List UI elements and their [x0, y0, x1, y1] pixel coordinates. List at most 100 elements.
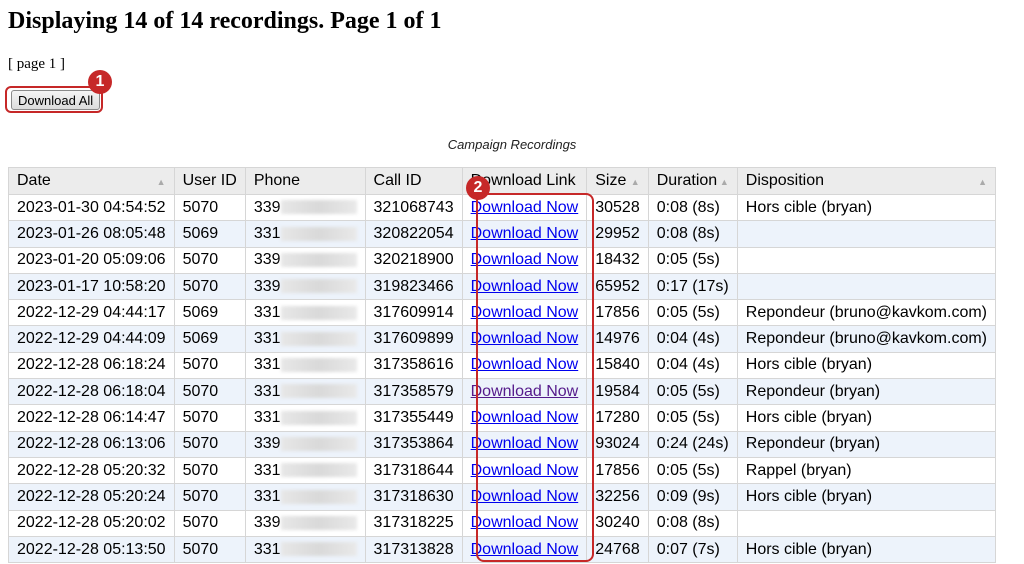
column-label: Date [17, 172, 51, 189]
table-row: 2022-12-28 06:18:04 5070 331 317358579 Downl… [8, 378, 997, 406]
column-header-date[interactable]: Date ▲︎ [8, 167, 175, 195]
cell-user-id: 5070 [173, 456, 246, 485]
cell-download-link: Download Now [461, 483, 588, 511]
cell-call-id: 317358579 [364, 378, 463, 406]
download-now-link[interactable]: Download Now [471, 488, 579, 505]
table-row: 2022-12-28 05:13:50 5070 331 317313828 Downl… [8, 535, 997, 564]
phone-prefix: 331 [253, 540, 281, 558]
download-now-link[interactable]: Download Now [471, 541, 579, 558]
download-now-link[interactable]: Download Now [471, 514, 579, 531]
cell-duration: 0:07 (7s) [647, 535, 738, 564]
cell-size: 30240 [586, 509, 649, 537]
table-row: 2022-12-28 05:20:24 5070 331 317318630 Downl… [8, 483, 997, 511]
cell-download-link: Download Now [461, 378, 588, 406]
cell-disposition [736, 509, 997, 537]
cell-duration: 0:17 (17s) [647, 272, 738, 301]
cell-download-link: Download Now [461, 220, 588, 248]
download-now-link[interactable]: Download Now [471, 409, 579, 426]
cell-size: 93024 [586, 430, 649, 458]
redacted-phone [280, 410, 357, 425]
cell-duration: 0:08 (8s) [647, 509, 738, 537]
cell-size: 19584 [586, 378, 649, 406]
cell-date: 2022-12-29 04:44:17 [8, 299, 175, 327]
cell-call-id: 320822054 [364, 220, 463, 248]
cell-download-link: Download Now [461, 404, 588, 432]
cell-call-id: 317318630 [364, 483, 463, 511]
cell-phone: 331 [244, 456, 366, 485]
cell-call-id: 321068743 [364, 193, 463, 222]
cell-duration: 0:05 (5s) [647, 404, 738, 432]
table-row: 2022-12-29 04:44:17 5069 331 317609914 Downl… [8, 299, 997, 327]
download-now-link[interactable]: Download Now [471, 225, 579, 242]
cell-phone: 331 [244, 351, 366, 380]
download-now-link[interactable]: Download Now [471, 304, 579, 321]
download-all-button[interactable]: Download All [11, 90, 101, 110]
phone-prefix: 339 [253, 435, 281, 453]
download-now-link[interactable]: Download Now [471, 251, 579, 268]
cell-disposition [736, 220, 997, 248]
cell-disposition: Hors cible (bryan) [736, 193, 997, 222]
cell-user-id: 5070 [173, 378, 246, 406]
cell-call-id: 317609914 [364, 299, 463, 327]
table-row: 2023-01-26 08:05:48 5069 331 320822054 Downl… [8, 220, 997, 248]
download-now-link[interactable]: Download Now [471, 435, 579, 452]
download-now-link[interactable]: Download Now [471, 278, 579, 295]
cell-disposition [736, 272, 997, 301]
column-header-phone: Phone [244, 167, 366, 195]
cell-call-id: 317609899 [364, 325, 463, 353]
cell-download-link: Download Now [461, 535, 588, 564]
cell-duration: 0:05 (5s) [647, 246, 738, 274]
redacted-phone [280, 437, 357, 452]
cell-call-id: 317313828 [364, 535, 463, 564]
table-header-row: Date ▲︎ User ID Phone Call ID Download Li… [8, 167, 997, 195]
download-now-link[interactable]: Download Now [471, 462, 579, 479]
column-header-size[interactable]: Size ▲︎ [586, 167, 649, 195]
download-now-link[interactable]: Download Now [471, 199, 579, 216]
redacted-phone [280, 384, 357, 399]
cell-date: 2022-12-28 06:13:06 [8, 430, 175, 458]
column-header-disposition[interactable]: Disposition ▲︎ [736, 167, 997, 195]
cell-duration: 0:04 (4s) [647, 351, 738, 380]
cell-user-id: 5070 [173, 483, 246, 511]
cell-size: 18432 [586, 246, 649, 274]
column-label: Size [595, 172, 627, 189]
redacted-phone [280, 515, 357, 530]
cell-disposition [736, 246, 997, 274]
page-link[interactable]: [ page 1 ] [8, 56, 65, 72]
download-now-link[interactable]: Download Now [471, 330, 579, 347]
column-label: Disposition [745, 172, 825, 189]
column-header-duration[interactable]: Duration ▲︎ [647, 167, 738, 195]
cell-date: 2022-12-28 05:13:50 [8, 535, 175, 564]
cell-user-id: 5070 [173, 535, 246, 564]
page-title: Displaying 14 of 14 recordings. Page 1 o… [8, 8, 442, 34]
column-label: User ID [182, 172, 237, 189]
phone-prefix: 339 [253, 198, 281, 216]
phone-prefix: 331 [253, 382, 281, 400]
cell-size: 17856 [586, 456, 649, 485]
cell-download-link: Download Now [461, 456, 588, 485]
phone-prefix: 331 [253, 303, 281, 321]
cell-user-id: 5070 [173, 351, 246, 380]
cell-download-link: Download Now [461, 325, 588, 353]
cell-phone: 331 [244, 535, 366, 564]
cell-date: 2022-12-28 06:18:04 [8, 378, 175, 406]
step-badge-1: 1 [88, 70, 112, 94]
cell-duration: 0:05 (5s) [647, 456, 738, 485]
phone-prefix: 331 [253, 461, 281, 479]
redacted-phone [280, 226, 357, 241]
download-now-link[interactable]: Download Now [471, 356, 579, 373]
cell-user-id: 5069 [173, 325, 246, 353]
cell-date: 2022-12-28 05:20:32 [8, 456, 175, 485]
cell-phone: 331 [244, 299, 366, 327]
cell-user-id: 5070 [173, 430, 246, 458]
cell-call-id: 317355449 [364, 404, 463, 432]
redacted-phone [280, 542, 357, 557]
cell-date: 2023-01-26 08:05:48 [8, 220, 175, 248]
sort-icon: ▲︎ [978, 177, 987, 187]
cell-duration: 0:05 (5s) [647, 378, 738, 406]
cell-download-link: Download Now [461, 351, 588, 380]
cell-call-id: 320218900 [364, 246, 463, 274]
table-row: 2022-12-28 05:20:32 5070 331 317318644 Downl… [8, 456, 997, 485]
download-now-link[interactable]: Download Now [471, 383, 579, 400]
redacted-phone [280, 200, 357, 215]
